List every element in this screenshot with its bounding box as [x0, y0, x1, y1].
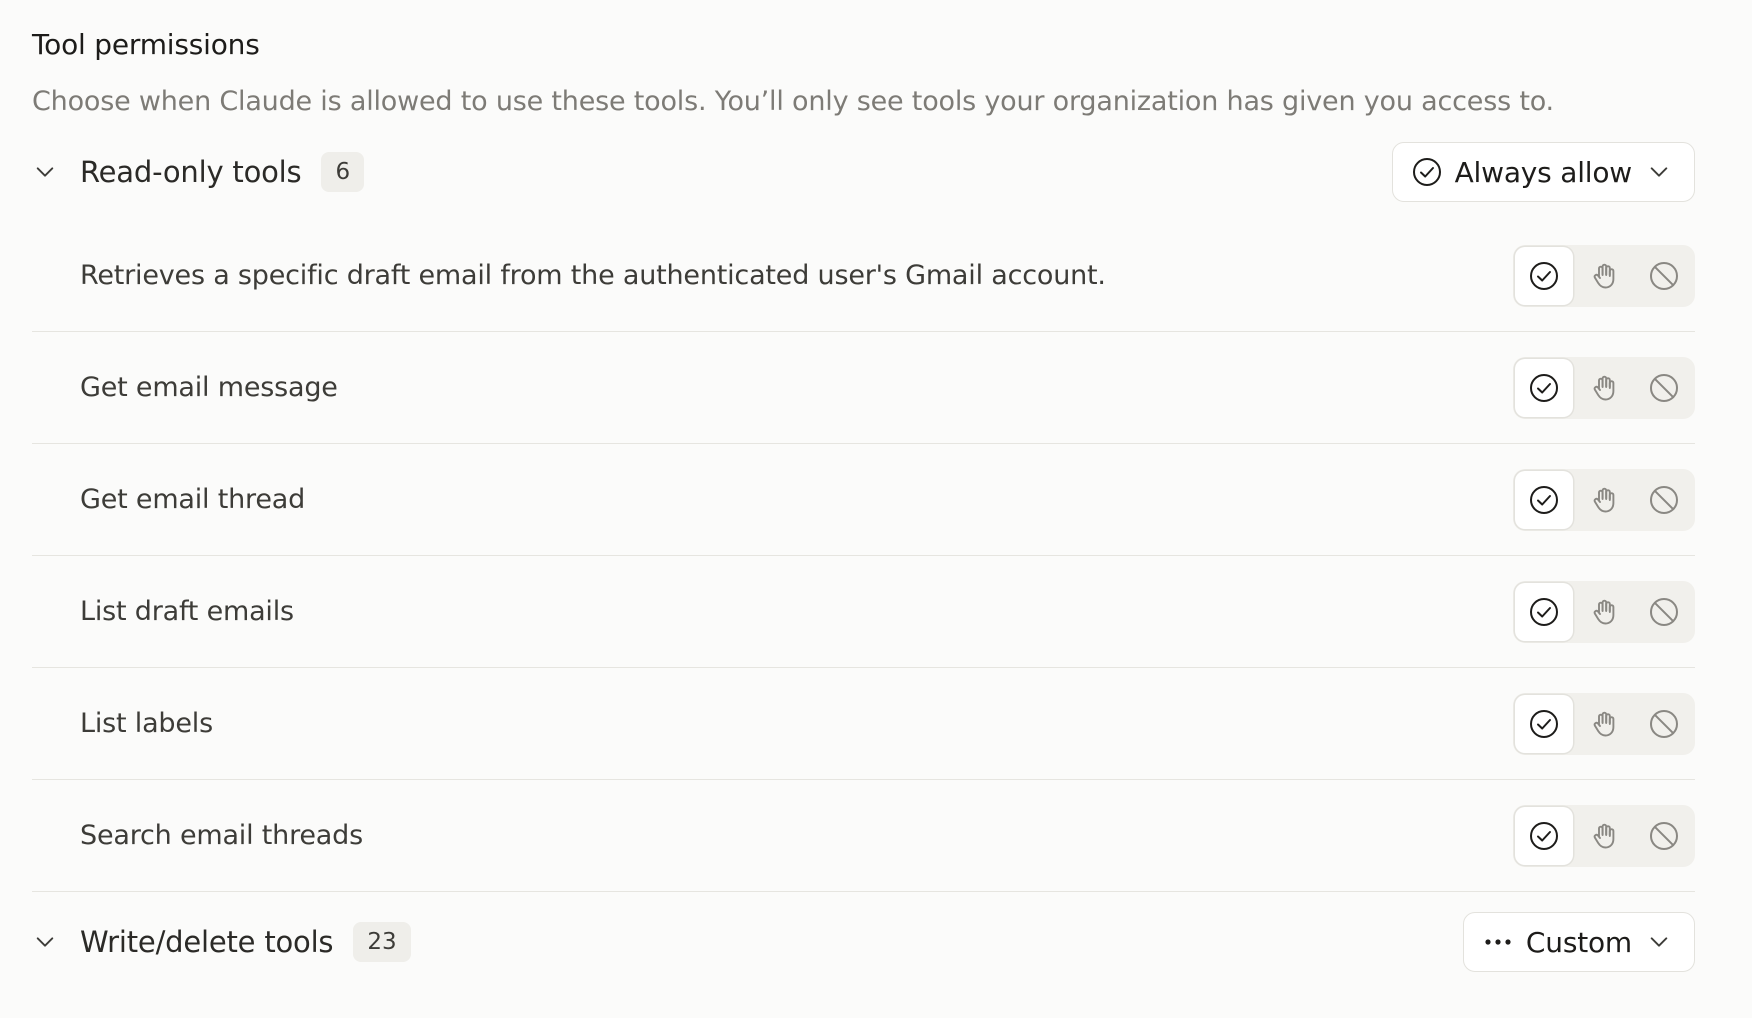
always-allow-button[interactable] — [1515, 470, 1573, 529]
block-icon — [1648, 260, 1680, 292]
hand-icon — [1588, 820, 1620, 852]
chevron-down-icon — [1648, 931, 1670, 953]
check-circle-icon — [1528, 260, 1560, 292]
never-allow-button[interactable] — [1635, 247, 1693, 305]
tool-row: Retrieves a specific draft email from th… — [32, 220, 1695, 332]
always-allow-button[interactable] — [1515, 806, 1573, 865]
group-label: Read-only tools — [80, 155, 302, 189]
permission-toggle — [1513, 356, 1695, 419]
tool-row: List draft emails — [32, 556, 1695, 668]
count-badge: 6 — [321, 152, 365, 192]
count-badge: 23 — [353, 922, 411, 962]
ask-permission-button[interactable] — [1575, 583, 1633, 641]
tool-row: Search email threads — [32, 780, 1695, 892]
dropdown-label: Always allow — [1454, 155, 1633, 189]
chevron-down-icon — [1648, 161, 1670, 183]
hand-icon — [1588, 596, 1620, 628]
permission-toggle — [1513, 692, 1695, 755]
block-icon — [1648, 820, 1680, 852]
hand-icon — [1588, 372, 1620, 404]
ask-permission-button[interactable] — [1575, 695, 1633, 753]
group-permission-dropdown[interactable]: Always allow — [1391, 142, 1695, 202]
group-header-write-delete: Write/delete tools 23 Custom — [32, 910, 1695, 974]
check-circle-icon — [1528, 372, 1560, 404]
tool-row: Get email message — [32, 332, 1695, 444]
ask-permission-button[interactable] — [1575, 247, 1633, 305]
tool-row: List labels — [32, 668, 1695, 780]
check-circle-icon — [1528, 820, 1560, 852]
never-allow-button[interactable] — [1635, 583, 1693, 641]
check-circle-icon — [1411, 156, 1443, 188]
tool-label: List draft emails — [80, 596, 294, 627]
permission-toggle — [1513, 804, 1695, 867]
page-title: Tool permissions — [32, 28, 260, 61]
hand-icon — [1588, 484, 1620, 516]
group-label: Write/delete tools — [80, 925, 334, 959]
ask-permission-button[interactable] — [1575, 471, 1633, 529]
always-allow-button[interactable] — [1515, 246, 1573, 305]
group-permission-dropdown[interactable]: Custom — [1462, 912, 1695, 972]
check-circle-icon — [1528, 596, 1560, 628]
hand-icon — [1588, 708, 1620, 740]
always-allow-button[interactable] — [1515, 358, 1573, 417]
tool-label: Get email message — [80, 372, 338, 403]
hand-icon — [1588, 260, 1620, 292]
always-allow-button[interactable] — [1515, 582, 1573, 641]
page-subtitle: Choose when Claude is allowed to use the… — [32, 86, 1554, 117]
permission-toggle — [1513, 468, 1695, 531]
block-icon — [1648, 596, 1680, 628]
more-horizontal-icon — [1482, 926, 1514, 958]
never-allow-button[interactable] — [1635, 807, 1693, 865]
check-circle-icon — [1528, 708, 1560, 740]
chevron-down-icon[interactable] — [32, 159, 58, 185]
always-allow-button[interactable] — [1515, 694, 1573, 753]
block-icon — [1648, 484, 1680, 516]
permission-toggle — [1513, 244, 1695, 307]
ask-permission-button[interactable] — [1575, 359, 1633, 417]
block-icon — [1648, 372, 1680, 404]
permission-toggle — [1513, 580, 1695, 643]
block-icon — [1648, 708, 1680, 740]
never-allow-button[interactable] — [1635, 359, 1693, 417]
tool-label: Get email thread — [80, 484, 306, 515]
tool-label: Retrieves a specific draft email from th… — [80, 260, 1106, 291]
ask-permission-button[interactable] — [1575, 807, 1633, 865]
tool-label: List labels — [80, 708, 213, 739]
tool-row: Get email thread — [32, 444, 1695, 556]
chevron-down-icon[interactable] — [32, 929, 58, 955]
never-allow-button[interactable] — [1635, 471, 1693, 529]
dropdown-label: Custom — [1525, 925, 1632, 959]
tool-label: Search email threads — [80, 820, 363, 851]
never-allow-button[interactable] — [1635, 695, 1693, 753]
group-header-read-only: Read-only tools 6 Always allow — [32, 140, 1695, 204]
check-circle-icon — [1528, 484, 1560, 516]
